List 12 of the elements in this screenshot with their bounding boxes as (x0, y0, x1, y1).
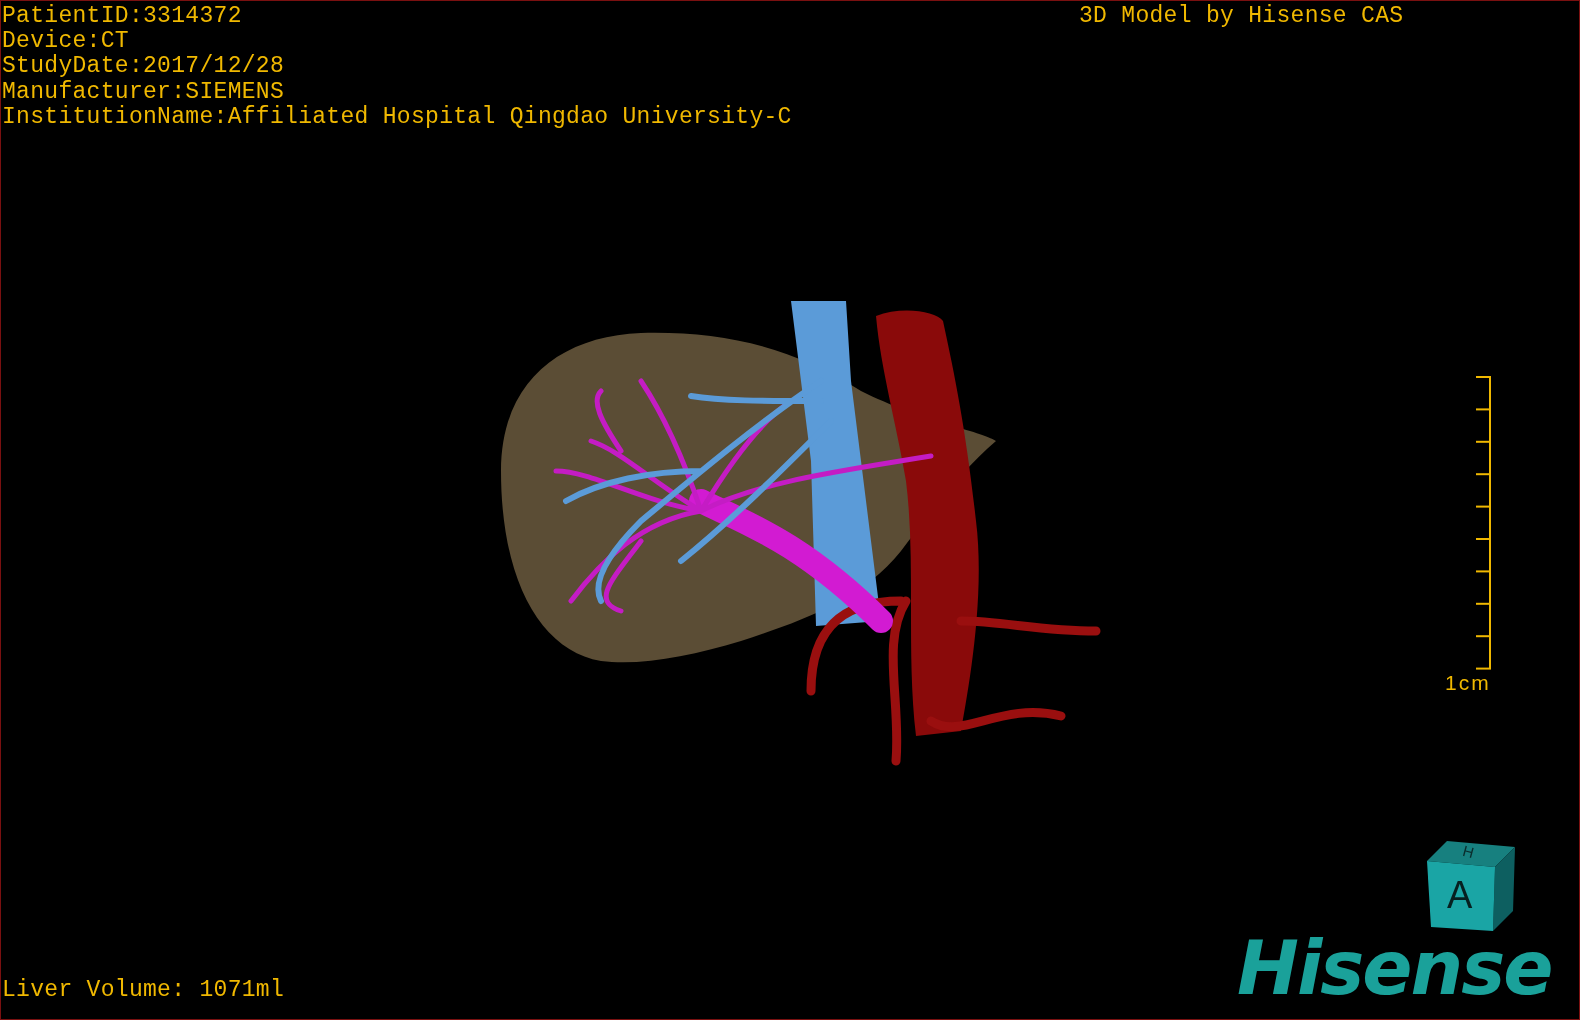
model-title: 3D Model by Hisense CAS (1079, 4, 1404, 29)
cube-icon (1427, 841, 1517, 933)
patient-info-text: Device:CT (2, 29, 129, 55)
patient-info-text: InstitutionName:Affiliated Hospital Qingdao University-C (2, 104, 792, 130)
orientation-cube[interactable]: H A (1427, 841, 1517, 933)
cube-front-label: A (1447, 875, 1473, 915)
cube-top-label: H (1461, 842, 1476, 861)
patient-info-text: StudyDate:2017/12/28 (2, 54, 286, 80)
scale-label: 1cm (1445, 671, 1491, 695)
patient-info-text: PatientID:3314372 (2, 4, 243, 29)
liver-volume-text: Liver Volume: 1071ml (2, 977, 285, 1003)
patient-info-text: Manufacturer:SIEMENS (2, 79, 286, 105)
